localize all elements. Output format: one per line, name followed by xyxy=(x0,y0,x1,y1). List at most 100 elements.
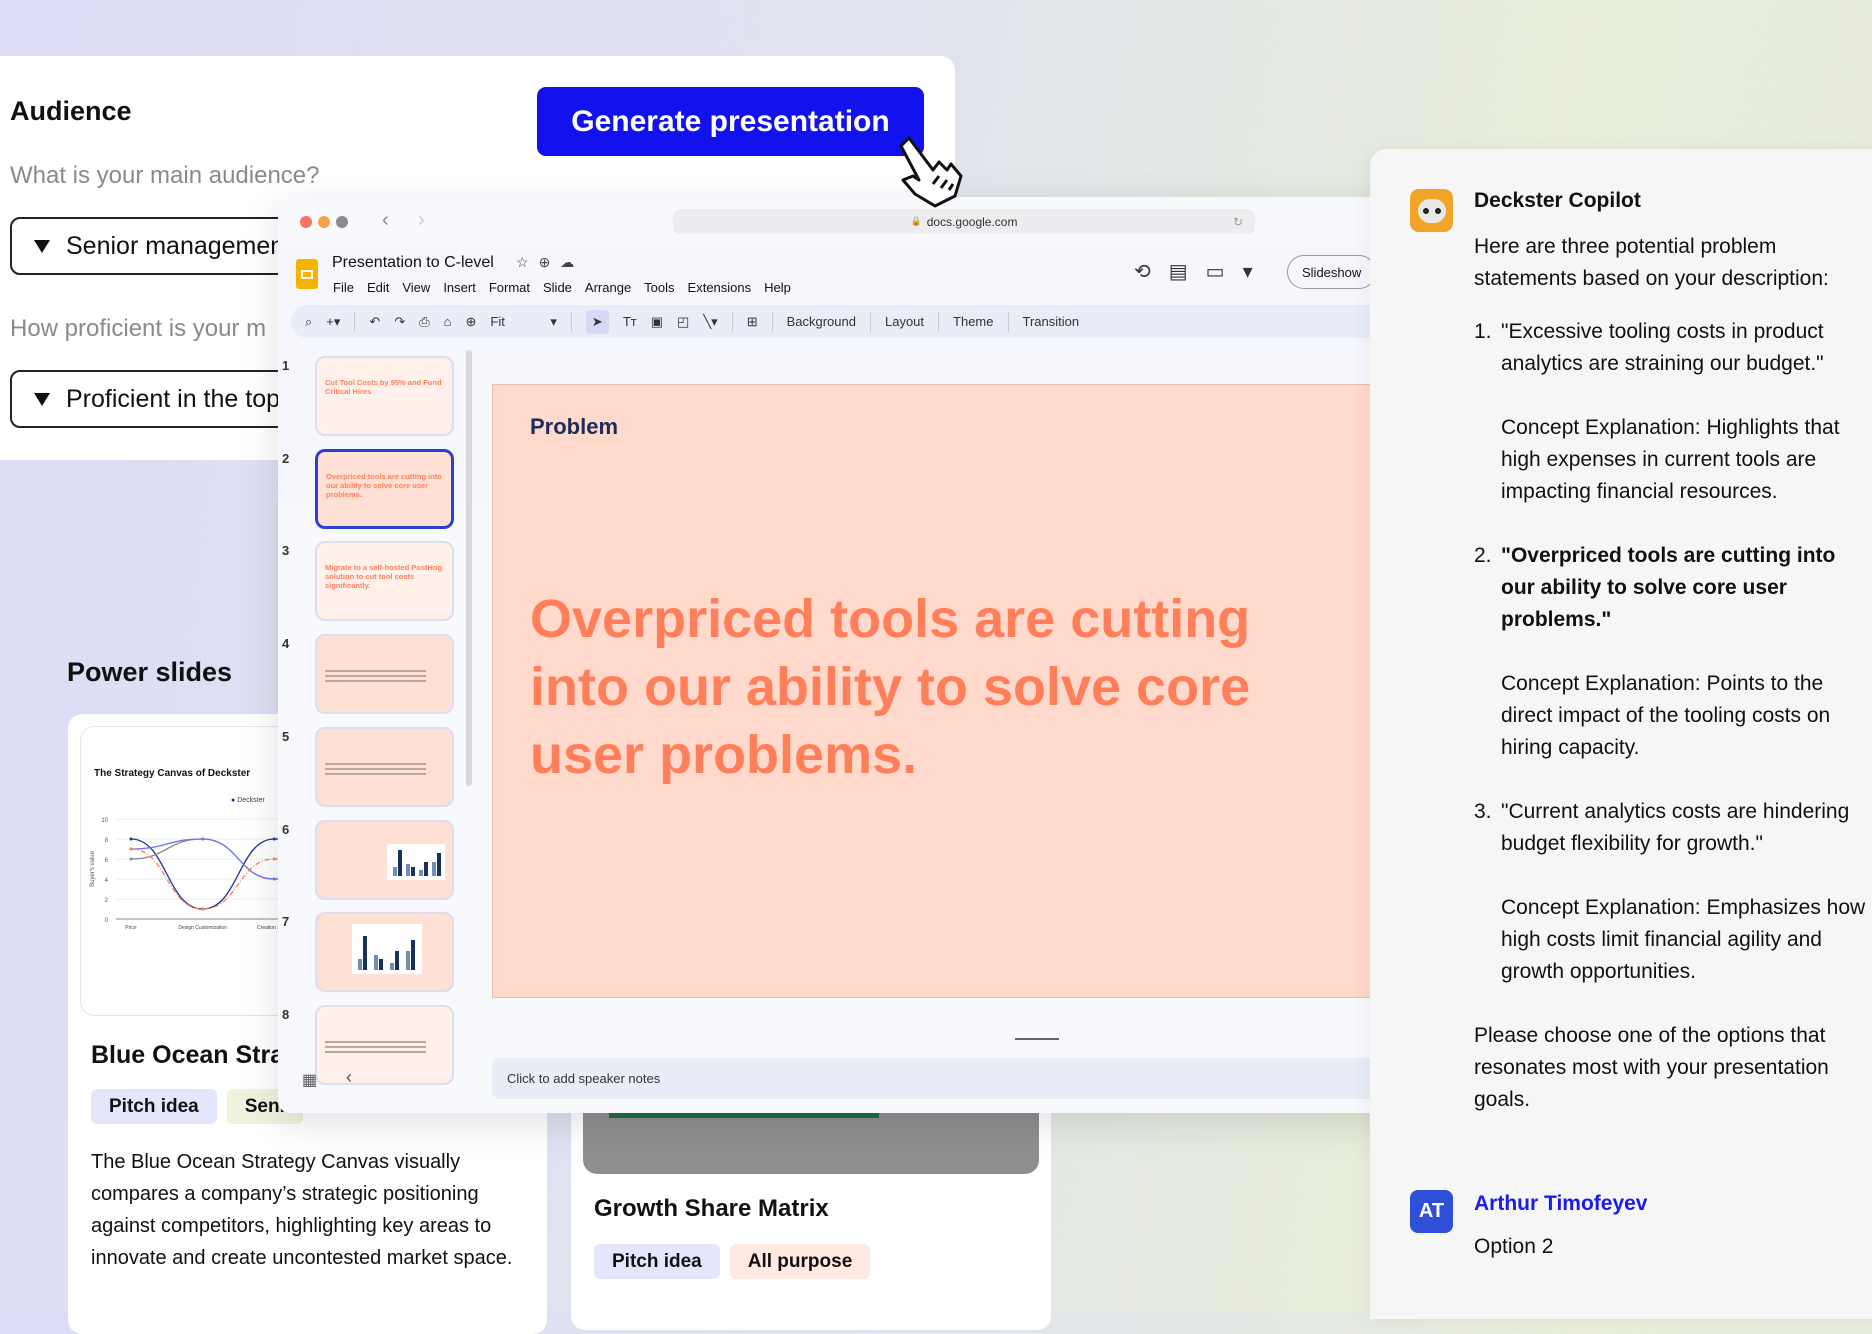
history-icon[interactable]: ⟲ xyxy=(1134,261,1169,283)
data-point xyxy=(272,837,276,841)
new-slide-icon[interactable]: +▾ xyxy=(326,314,340,330)
audience-dropdown[interactable]: Senior management xyxy=(10,217,310,275)
minimize-dot[interactable] xyxy=(318,216,330,228)
generate-presentation-button[interactable]: Generate presentation xyxy=(537,87,924,156)
option-3: 3. "Current analytics costs are hindering… xyxy=(1474,796,1872,1020)
theme-button[interactable]: Theme xyxy=(953,314,993,329)
comments-icon[interactable]: ▤ xyxy=(1169,261,1206,283)
thumbnail-bar xyxy=(379,958,383,971)
menu-file[interactable]: File xyxy=(333,280,354,295)
zoom-select[interactable]: Fit xyxy=(490,314,536,329)
maximize-dot[interactable] xyxy=(336,216,348,228)
thumbnail-chart xyxy=(387,843,445,880)
thumbnail-number: 4 xyxy=(282,636,290,652)
address-bar[interactable]: 🔒 docs.google.com ↻ xyxy=(673,209,1255,234)
slide-label[interactable]: Problem xyxy=(530,414,618,440)
thumbnail-number: 7 xyxy=(282,914,290,930)
slide-thumbnail[interactable]: Migrate to a self-hosted PostHog solutio… xyxy=(315,541,454,622)
card-tags: Pitch idea All purpose xyxy=(594,1244,880,1279)
close-dot[interactable] xyxy=(300,216,312,228)
card-description: The Blue Ocean Strategy Canvas visually … xyxy=(91,1151,513,1269)
back-icon[interactable]: ‹ xyxy=(382,209,389,232)
layout-button[interactable]: Layout xyxy=(885,314,924,329)
line-icon[interactable]: ╲▾ xyxy=(703,314,717,330)
redo-icon[interactable]: ↷ xyxy=(394,314,405,330)
menu-help[interactable]: Help xyxy=(764,280,791,295)
zoom-caret-icon[interactable]: ▾ xyxy=(550,314,557,330)
slide-canvas[interactable]: Problem Overpriced tools are cutting int… xyxy=(492,384,1418,998)
background-button[interactable]: Background xyxy=(787,314,856,329)
option-number: 1. xyxy=(1474,320,1492,343)
move-icon[interactable]: ⊕ xyxy=(539,254,561,270)
thumbnail-bar xyxy=(393,867,397,876)
slide-thumbnail[interactable]: Cut Tool Costs by 95% and Fund Critical … xyxy=(315,356,454,436)
menu-tools[interactable]: Tools xyxy=(644,280,674,295)
thumbnail-number: 5 xyxy=(282,728,290,744)
thumbnail-text-line xyxy=(325,675,427,678)
menu-extensions[interactable]: Extensions xyxy=(688,280,752,295)
forward-icon[interactable]: › xyxy=(418,209,425,232)
thumbnail-text-line xyxy=(325,1040,427,1043)
notes-resize-handle[interactable] xyxy=(1015,1038,1059,1040)
print-icon[interactable]: ⎙ xyxy=(419,314,429,330)
audience-value: Senior management xyxy=(66,231,292,260)
doc-title[interactable]: Presentation to C-level xyxy=(332,254,494,272)
thumbnail-bar xyxy=(424,861,428,876)
zoom-icon[interactable]: ⊕ xyxy=(465,314,476,330)
camera-icon[interactable]: ▭▾ xyxy=(1206,261,1271,283)
slide-headline[interactable]: Overpriced tools are cutting into our ab… xyxy=(530,585,1290,789)
slide-thumbnail[interactable] xyxy=(315,819,454,900)
x-tick-label: Price xyxy=(125,925,137,931)
y-axis-label: Buyer's value xyxy=(90,850,96,886)
star-icon[interactable]: ☆ xyxy=(516,254,539,270)
slide-thumbnail[interactable] xyxy=(315,634,454,715)
speaker-notes[interactable]: Click to add speaker notes xyxy=(492,1058,1418,1099)
search-icon[interactable]: ⌕ xyxy=(305,314,312,330)
thumbnail-bar xyxy=(411,867,415,876)
thumbnail-number: 8 xyxy=(282,1006,290,1022)
slide-thumbnail[interactable]: Overpriced tools are cutting into our ab… xyxy=(315,448,454,529)
collapse-icon[interactable]: ‹ xyxy=(346,1067,352,1088)
menu-slide[interactable]: Slide xyxy=(543,280,572,295)
thumbnail-bar xyxy=(358,958,362,971)
slide-thumbnail[interactable] xyxy=(315,912,454,993)
option-number: 2. xyxy=(1474,544,1492,567)
menu-format[interactable]: Format xyxy=(489,280,530,295)
undo-icon[interactable]: ↶ xyxy=(369,314,380,330)
thumbnail-bar xyxy=(374,955,378,971)
option-explanation: Concept Explanation: Points to the direc… xyxy=(1501,672,1831,759)
thumbnail-number: 2 xyxy=(282,450,290,466)
thumbnail-text-line xyxy=(325,670,427,673)
text-box-icon[interactable]: Tт xyxy=(623,314,637,329)
thumbnail-text-line xyxy=(325,1045,427,1048)
select-icon[interactable]: ➤ xyxy=(585,309,609,334)
slide-card-growth-share[interactable]: Growth Share Matrix Pitch idea All purpos… xyxy=(571,1090,1051,1330)
option-explanation: Concept Explanation: Highlights that hig… xyxy=(1501,416,1840,503)
paint-format-icon[interactable]: ⌂ xyxy=(444,314,452,329)
y-tick-label: 0 xyxy=(105,918,109,924)
grid-view-icon[interactable]: ▦ xyxy=(302,1070,317,1090)
y-tick-label: 8 xyxy=(105,838,109,844)
header-actions: ⟲▤▭▾ xyxy=(1134,259,1271,284)
filmstrip-scrollbar[interactable] xyxy=(466,350,472,786)
menu-arrange[interactable]: Arrange xyxy=(585,280,631,295)
slides-logo-icon[interactable] xyxy=(296,259,318,289)
menu-edit[interactable]: Edit xyxy=(367,280,389,295)
thumbnail-bar xyxy=(419,869,423,876)
copilot-closing: Please choose one of the options that re… xyxy=(1474,1024,1829,1111)
cloud-icon[interactable]: ☁ xyxy=(560,254,584,270)
transition-button[interactable]: Transition xyxy=(1023,314,1080,329)
user-avatar: AT xyxy=(1410,1190,1453,1233)
menu-insert[interactable]: Insert xyxy=(443,280,476,295)
slide-thumbnail[interactable] xyxy=(315,726,454,807)
comment-add-icon[interactable]: ⊞ xyxy=(747,314,758,330)
menu-view[interactable]: View xyxy=(402,280,430,295)
data-point xyxy=(129,837,133,841)
thumbnail-bar xyxy=(395,951,399,971)
image-icon[interactable]: ▣ xyxy=(651,314,663,330)
reload-icon[interactable]: ↻ xyxy=(1233,215,1243,229)
slide-thumbnail[interactable] xyxy=(315,1004,454,1085)
proficiency-dropdown[interactable]: Proficient in the top xyxy=(10,370,310,428)
slideshow-button[interactable]: Slideshow xyxy=(1287,255,1377,289)
shape-icon[interactable]: ◰ xyxy=(677,314,689,330)
